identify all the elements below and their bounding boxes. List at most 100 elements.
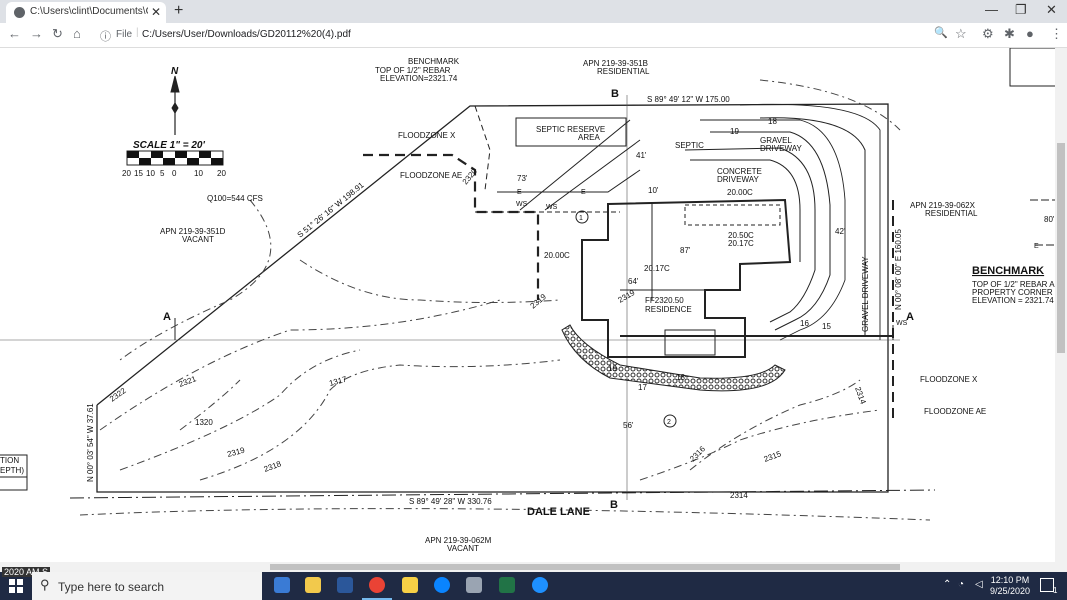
benchmark-label: BENCHMARK xyxy=(408,57,460,66)
scale-tick: 10 xyxy=(146,169,155,178)
bearing-label: N 00° 03' 54" W 37.61 xyxy=(86,403,95,482)
taskbar: 2020 AM S ⚲ Type here to search ⌃ ◔ ◁ 12… xyxy=(0,567,1067,600)
tab-title: C:\Users\clint\Documents\GG Jo xyxy=(30,6,148,17)
septic-label: SEPTIC xyxy=(675,141,704,150)
tab-strip: C:\Users\clint\Documents\GG Jo ✕ + — ❐ ✕ xyxy=(0,0,1067,23)
snipping-tool-icon[interactable] xyxy=(466,577,482,593)
road-label: DALE LANE xyxy=(527,506,590,518)
bearing-label: N 00° 08' 00" E 160.05 xyxy=(894,228,903,310)
search-icon: ⚲ xyxy=(40,577,50,592)
contour-label: 2320 xyxy=(461,166,480,186)
windows-start-icon[interactable] xyxy=(9,579,23,593)
search-placeholder: Type here to search xyxy=(58,580,165,594)
contour-label: 17 xyxy=(638,383,647,392)
legend-fragment: EPTH) xyxy=(0,466,24,475)
floodzone-x-label: FLOODZONE X xyxy=(398,131,456,140)
contour-label: 19 xyxy=(608,364,617,373)
browser-tab[interactable]: C:\Users\clint\Documents\GG Jo ✕ xyxy=(6,2,166,23)
benchmark-right-title: BENCHMARK xyxy=(972,265,1044,277)
network-icon[interactable]: ◔ xyxy=(958,579,964,590)
scale-tick: 5 xyxy=(160,169,165,178)
dimension-label: 10' xyxy=(648,186,659,195)
word-icon[interactable] xyxy=(337,577,353,593)
chrome-icon[interactable] xyxy=(369,577,385,593)
bookmark-star-icon[interactable]: ☆ xyxy=(955,26,967,42)
dimension-label: 64' xyxy=(628,277,639,286)
favicon-icon xyxy=(14,7,25,18)
sticky-notes-icon[interactable] xyxy=(402,577,418,593)
taskbar-search[interactable]: ⚲ Type here to search xyxy=(32,572,262,600)
apn-label: VACANT xyxy=(447,544,479,553)
new-tab-button[interactable]: + xyxy=(174,2,183,20)
contour-label: 16 xyxy=(800,319,809,328)
section-b-label: B xyxy=(610,499,618,511)
e-label: E xyxy=(1034,243,1039,250)
zoom-icon[interactable]: 🔍 xyxy=(934,26,948,39)
horizontal-scroll-thumb[interactable] xyxy=(270,564,900,570)
profile-icon[interactable]: ● xyxy=(1026,26,1034,41)
contour-label: 2315 xyxy=(763,449,783,464)
elevation-label: 20.00C xyxy=(544,251,570,260)
dimension-label: 56' xyxy=(623,421,634,430)
reload-button[interactable]: ↻ xyxy=(52,26,63,42)
section-b-label: B xyxy=(611,88,619,100)
dimension-label: 73' xyxy=(517,174,528,183)
address-url[interactable]: C:/Users/User/Downloads/GD20112%20(4).pd… xyxy=(142,29,351,40)
tray-chevron-icon[interactable]: ⌃ xyxy=(943,579,951,590)
vertical-scroll-thumb[interactable] xyxy=(1057,143,1065,353)
elevation-label: 20.17C xyxy=(728,239,754,248)
scale-bar xyxy=(126,150,224,166)
volume-icon[interactable]: ◁ xyxy=(975,579,983,590)
info-icon[interactable]: ⓘ xyxy=(100,28,111,44)
scale-tick: 0 xyxy=(172,169,177,178)
scale-tick: 15 xyxy=(134,169,143,178)
maximize-button[interactable]: ❐ xyxy=(1015,2,1027,18)
pdf-viewer[interactable]: N SCALE 1" = 20' 20 15 10 5 0 10 20 BENC… xyxy=(0,48,1055,562)
close-tab-icon[interactable]: ✕ xyxy=(151,5,161,19)
home-button[interactable]: ⌂ xyxy=(73,26,81,41)
file-explorer-icon[interactable] xyxy=(305,577,321,593)
vertical-scrollbar[interactable] xyxy=(1055,48,1067,562)
notification-count: 1 xyxy=(1053,586,1058,595)
extensions-puzzle-icon[interactable]: ✱ xyxy=(1004,26,1015,42)
contour-label: 2321 xyxy=(178,374,198,389)
extension-icon[interactable]: ⚙ xyxy=(982,26,994,42)
benchmark-right-line: ELEVATION = 2321.74 N xyxy=(972,296,1055,305)
ws-label: WS xyxy=(896,320,908,327)
ws-label: WS xyxy=(546,204,558,211)
contour-label: 2322 xyxy=(108,386,128,404)
minimize-button[interactable]: — xyxy=(985,2,998,17)
dimension-label: 87' xyxy=(680,246,691,255)
contour-label: 18 xyxy=(768,117,777,126)
internet-explorer-icon[interactable] xyxy=(532,577,548,593)
gravel-driveway-label: DRIVEWAY xyxy=(760,144,802,153)
floodzone-ae-label: FLOODZONE AE xyxy=(400,171,462,180)
dimension-label: 41' xyxy=(636,151,647,160)
legend-fragment: TION xyxy=(0,456,19,465)
address-bar[interactable]: ⓘ File | C:/Users/User/Downloads/GD20112… xyxy=(96,26,976,44)
contour-label: 2314 xyxy=(730,491,748,500)
close-window-button[interactable]: ✕ xyxy=(1046,2,1057,18)
address-separator: | xyxy=(136,27,139,38)
browser-toolbar: ← → ↻ ⌂ ⓘ File | C:/Users/User/Downloads… xyxy=(0,23,1067,48)
concrete-driveway-label: DRIVEWAY xyxy=(717,175,759,184)
back-button[interactable]: ← xyxy=(8,26,21,41)
scale-tick: 20 xyxy=(217,169,226,178)
notification-icon[interactable] xyxy=(1040,578,1054,592)
bearing-label: S 89° 49' 12" W 175.00 xyxy=(647,95,730,104)
edge-icon[interactable] xyxy=(434,577,450,593)
apn-label: VACANT xyxy=(182,235,214,244)
menu-icon[interactable]: ⋮ xyxy=(1050,26,1063,42)
contour-label: 15 xyxy=(822,322,831,331)
taskbar-clock[interactable]: 12:10 PM 9/25/2020 xyxy=(990,575,1030,597)
contour-label: 1320 xyxy=(195,418,213,427)
contour-label: 19 xyxy=(730,127,739,136)
contour-label: 2316 xyxy=(688,444,707,463)
forward-button[interactable]: → xyxy=(30,26,43,41)
contour-label: 2319 xyxy=(529,292,549,311)
horizontal-scrollbar[interactable] xyxy=(0,562,1067,572)
residence-footprint xyxy=(581,198,792,358)
excel-icon[interactable] xyxy=(499,577,515,593)
floodzone-ae-label: FLOODZONE AE xyxy=(924,407,986,416)
task-view-icon[interactable] xyxy=(274,577,290,593)
